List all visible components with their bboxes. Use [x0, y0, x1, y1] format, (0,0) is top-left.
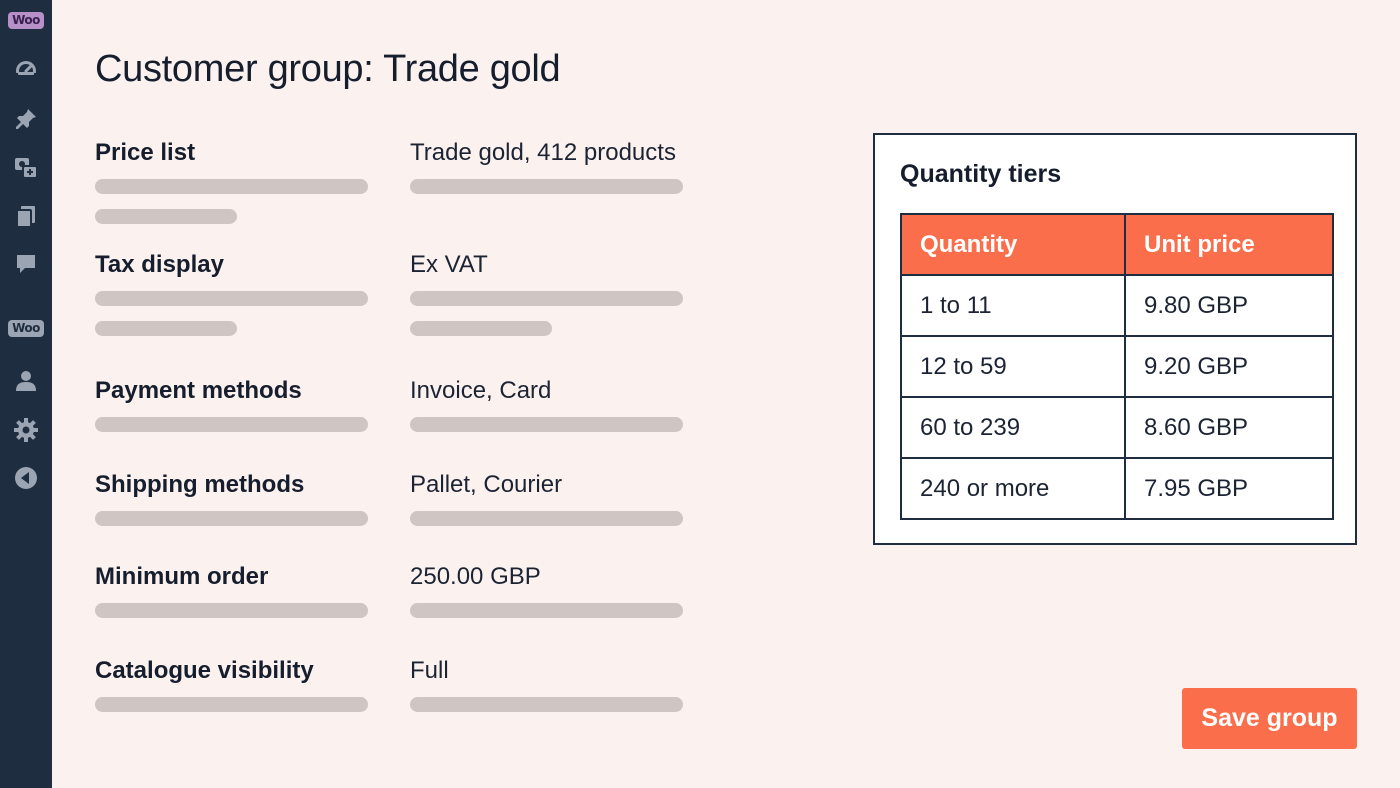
quantity-tiers-title: Quantity tiers	[900, 160, 1062, 188]
woocommerce-label: Woo	[8, 319, 44, 337]
price-list-label: Price list	[95, 139, 196, 166]
column-header-unit-price: Unit price	[1124, 213, 1334, 276]
minimum-order-label: Minimum order	[95, 563, 269, 590]
table-row[interactable]: 60 to 239 8.60 GBP	[900, 396, 1334, 459]
tier-quantity: 12 to 59	[900, 335, 1126, 398]
collapse-menu-icon[interactable]	[0, 460, 52, 496]
placeholder-bar	[95, 511, 368, 526]
table-row[interactable]: 12 to 59 9.20 GBP	[900, 335, 1334, 398]
payment-methods-value[interactable]: Invoice, Card	[410, 377, 551, 405]
placeholder-bar	[410, 417, 683, 432]
payment-methods-label: Payment methods	[95, 377, 302, 404]
price-list-value[interactable]: Trade gold, 412 products	[410, 139, 676, 167]
admin-sidebar: Woo Woo	[0, 0, 52, 788]
table-header-row: Quantity Unit price	[900, 213, 1334, 276]
placeholder-bar	[95, 321, 237, 336]
tax-display-label: Tax display	[95, 251, 224, 278]
placeholder-bar	[410, 179, 683, 194]
quantity-tiers-panel: Quantity tiers Quantity Unit price 1 to …	[873, 133, 1357, 545]
woo-logo-icon[interactable]: Woo	[0, 2, 52, 38]
table-row[interactable]: 240 or more 7.95 GBP	[900, 457, 1334, 520]
placeholder-bar	[410, 603, 683, 618]
tier-quantity: 240 or more	[900, 457, 1126, 520]
save-group-button[interactable]: Save group	[1182, 688, 1357, 749]
column-header-quantity: Quantity	[900, 213, 1126, 276]
placeholder-bar	[95, 291, 368, 306]
table-row[interactable]: 1 to 11 9.80 GBP	[900, 274, 1334, 337]
tier-unit-price: 7.95 GBP	[1124, 457, 1334, 520]
tier-unit-price: 8.60 GBP	[1124, 396, 1334, 459]
placeholder-bar	[410, 697, 683, 712]
tax-display-value[interactable]: Ex VAT	[410, 251, 488, 279]
minimum-order-value[interactable]: 250.00 GBP	[410, 563, 541, 591]
pages-icon[interactable]	[0, 198, 52, 234]
media-icon[interactable]	[0, 150, 52, 186]
tier-unit-price: 9.20 GBP	[1124, 335, 1334, 398]
woocommerce-icon[interactable]: Woo	[0, 310, 52, 346]
comments-icon[interactable]	[0, 246, 52, 282]
tier-quantity: 60 to 239	[900, 396, 1126, 459]
dashboard-gauge-icon[interactable]	[0, 52, 52, 88]
placeholder-bar	[410, 321, 552, 336]
placeholder-bar	[95, 417, 368, 432]
shipping-methods-value[interactable]: Pallet, Courier	[410, 471, 562, 499]
placeholder-bar	[95, 697, 368, 712]
quantity-tiers-table: Quantity Unit price 1 to 11 9.80 GBP 12 …	[900, 213, 1334, 520]
catalogue-visibility-value[interactable]: Full	[410, 657, 449, 685]
placeholder-bar	[410, 291, 683, 306]
pin-icon[interactable]	[0, 101, 52, 137]
users-icon[interactable]	[0, 363, 52, 399]
tier-unit-price: 9.80 GBP	[1124, 274, 1334, 337]
placeholder-bar	[95, 209, 237, 224]
placeholder-bar	[95, 179, 368, 194]
placeholder-bar	[95, 603, 368, 618]
placeholder-bar	[410, 511, 683, 526]
tier-quantity: 1 to 11	[900, 274, 1126, 337]
shipping-methods-label: Shipping methods	[95, 471, 305, 498]
page-title: Customer group: Trade gold	[95, 48, 561, 90]
settings-gear-icon[interactable]	[0, 412, 52, 448]
catalogue-visibility-label: Catalogue visibility	[95, 657, 314, 684]
woo-logo-label: Woo	[8, 11, 44, 29]
